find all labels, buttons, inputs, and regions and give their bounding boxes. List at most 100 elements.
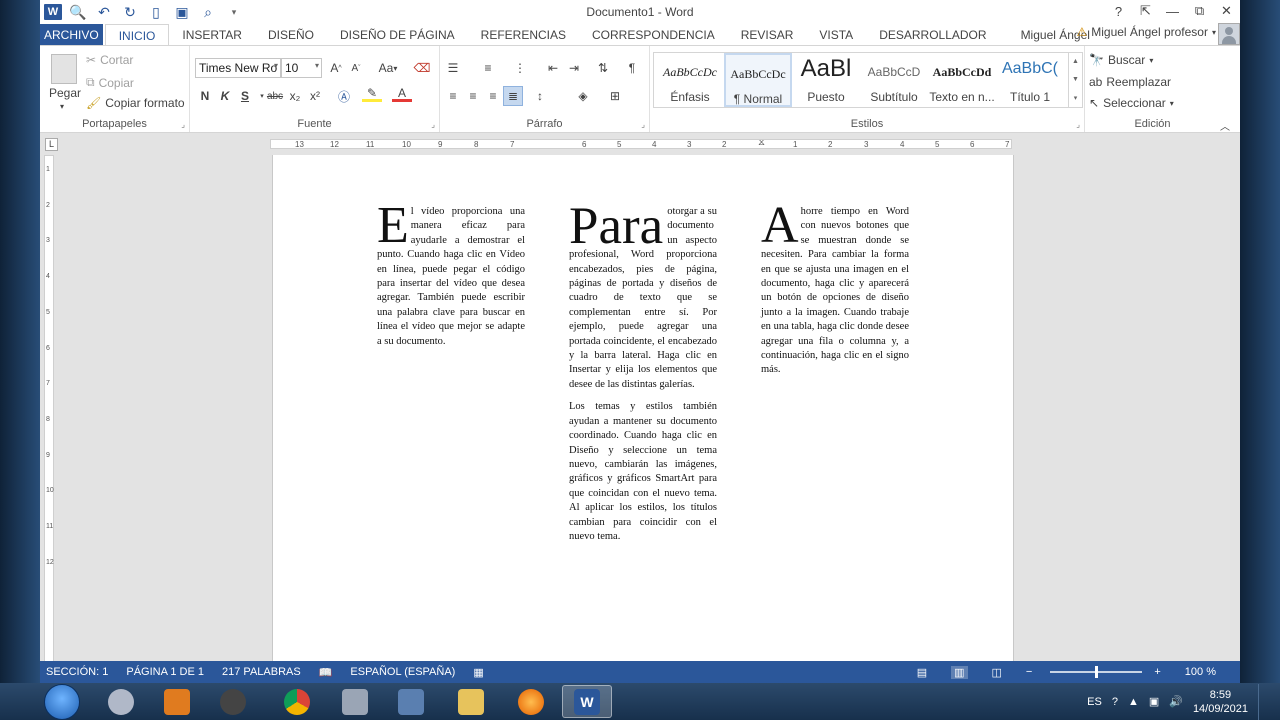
- bold-button[interactable]: N: [195, 86, 215, 106]
- launcher-icon[interactable]: ⌟: [181, 120, 185, 129]
- tab-desarrollador[interactable]: DESARROLLADOR: [866, 24, 999, 46]
- launcher-icon[interactable]: ⌟: [431, 120, 435, 129]
- paragraph[interactable]: Ahorre tiempo en Word con nuevos botones…: [761, 200, 909, 378]
- borders-icon[interactable]: ⊞: [605, 86, 625, 106]
- paste-dropdown-icon[interactable]: ▾: [60, 102, 64, 111]
- clock[interactable]: 8:59 14/09/2021: [1193, 688, 1248, 716]
- indent-marker-icon[interactable]: ⧖: [758, 140, 765, 148]
- superscript-button[interactable]: x²: [305, 86, 325, 106]
- account-area[interactable]: ⚠ Miguel Ángel profesor ▾: [1076, 25, 1216, 39]
- ruler-bar[interactable]: 13 12 11 10 9 8 7 6 5 4 3 2 ⧖ 1 2 3 4 5 …: [270, 139, 1012, 149]
- close-button[interactable]: ✕: [1213, 0, 1240, 22]
- help-icon[interactable]: ?: [1112, 696, 1118, 708]
- grow-font-button[interactable]: A ^: [326, 58, 346, 78]
- collapse-ribbon-icon[interactable]: ︿: [1220, 118, 1230, 133]
- zoom-slider[interactable]: [1050, 666, 1143, 678]
- launcher-icon[interactable]: ⌟: [1076, 120, 1080, 129]
- help-button[interactable]: ?: [1105, 0, 1132, 22]
- style-normal[interactable]: AaBbCcDc ¶ Normal: [724, 53, 792, 107]
- shading-icon[interactable]: ◈: [573, 86, 593, 106]
- taskbar-app[interactable]: [208, 685, 258, 718]
- tray-language[interactable]: ES: [1087, 696, 1102, 708]
- font-size-select[interactable]: 10 ▾: [281, 58, 322, 78]
- document-page[interactable]: El vídeo proporciona una manera eficaz p…: [272, 155, 1014, 663]
- tab-inicio[interactable]: INICIO: [104, 24, 170, 46]
- align-right-icon[interactable]: ≡: [483, 86, 503, 106]
- strikethrough-button[interactable]: abc: [265, 86, 285, 106]
- chevron-up-icon[interactable]: ▲: [1072, 58, 1079, 65]
- justify-icon[interactable]: ≣: [503, 86, 523, 106]
- ribbon-display-button[interactable]: ⇱: [1132, 0, 1159, 22]
- taskbar-app[interactable]: [446, 685, 496, 718]
- zoom-in-icon[interactable]: +: [1154, 666, 1160, 678]
- chevron-up-icon[interactable]: ▲: [1128, 696, 1139, 708]
- style-enfasis[interactable]: AaBbCcDc Énfasis: [656, 53, 724, 107]
- style-titulo-1[interactable]: AaBbC(Título 1: [996, 53, 1064, 107]
- taskbar-app[interactable]: [96, 685, 146, 718]
- column-2[interactable]: Para otorgar a su documento un aspecto pr…: [569, 199, 717, 552]
- zoom-out-icon[interactable]: −: [1026, 666, 1032, 678]
- web-layout-icon[interactable]: ◫: [992, 666, 1002, 679]
- tab-correspondencia[interactable]: CORRESPONDENCIA: [579, 24, 728, 46]
- zoom-level[interactable]: 100 %: [1185, 666, 1216, 678]
- styles-scroll[interactable]: ▲ ▼ ▾: [1068, 53, 1082, 107]
- print-layout-icon[interactable]: ▥: [951, 665, 968, 679]
- copy-button[interactable]: ⧉ Copiar: [86, 75, 134, 90]
- status-words[interactable]: 217 PALABRAS: [222, 666, 301, 678]
- taskbar-firefox[interactable]: [506, 685, 556, 718]
- increase-indent-icon[interactable]: ⇥: [564, 58, 584, 78]
- taskbar-word[interactable]: W: [562, 685, 612, 718]
- style-puesto[interactable]: AaBl Puesto: [792, 53, 860, 107]
- minimize-button[interactable]: —: [1159, 0, 1186, 22]
- multilevel-list-icon[interactable]: ⋮: [510, 58, 530, 78]
- line-spacing-icon[interactable]: ↕: [530, 86, 550, 106]
- launcher-icon[interactable]: ⌟: [641, 120, 645, 129]
- format-painter-button[interactable]: 🖌 Copiar formato: [86, 96, 185, 110]
- tab-referencias[interactable]: REFERENCIAS: [468, 24, 579, 46]
- more-icon[interactable]: ▾: [1074, 94, 1078, 102]
- taskbar-app[interactable]: [330, 685, 380, 718]
- change-case-button[interactable]: Aa ▾: [374, 58, 402, 78]
- bullets-icon[interactable]: ☰: [443, 58, 463, 78]
- paragraph[interactable]: El vídeo proporciona una manera eficaz p…: [377, 200, 525, 349]
- taskbar-app[interactable]: [386, 685, 436, 718]
- shrink-font-button[interactable]: Aˇ: [346, 58, 366, 78]
- chevron-down-icon[interactable]: ▼: [1072, 76, 1079, 83]
- text-effects-icon[interactable]: Ⓐ: [334, 86, 354, 106]
- volume-icon[interactable]: 🔊: [1169, 695, 1183, 708]
- replace-button[interactable]: ab Reemplazar: [1089, 75, 1171, 89]
- align-center-icon[interactable]: ≡: [463, 86, 483, 106]
- start-button[interactable]: [44, 684, 80, 720]
- read-mode-icon[interactable]: ▤: [917, 666, 927, 679]
- column-3[interactable]: Ahorre tiempo en Word con nuevos botones…: [761, 200, 909, 386]
- clear-format-icon[interactable]: ⌫: [412, 58, 432, 78]
- numbering-icon[interactable]: ≡: [478, 58, 498, 78]
- status-page[interactable]: PÁGINA 1 DE 1: [126, 666, 204, 678]
- network-icon[interactable]: ▣: [1149, 695, 1159, 708]
- style-texto-negrita[interactable]: AaBbCcDd Texto en n...: [928, 53, 996, 107]
- vruler-bar[interactable]: 1 2 3 4 5 6 7 8 9 10 11 12: [44, 155, 54, 665]
- avatar[interactable]: [1218, 23, 1240, 45]
- sort-icon[interactable]: ⇅: [593, 58, 613, 78]
- paste-icon[interactable]: [51, 54, 77, 84]
- style-subtitulo[interactable]: AaBbCcD Subtítulo: [860, 53, 928, 107]
- taskbar-app[interactable]: [152, 685, 202, 718]
- align-left-icon[interactable]: ≡: [443, 86, 463, 106]
- find-button[interactable]: 🔭 Buscar ▾: [1089, 53, 1153, 67]
- highlight-icon[interactable]: ✎: [362, 86, 382, 102]
- show-marks-icon[interactable]: ¶: [622, 58, 642, 78]
- tab-diseno-pagina[interactable]: DISEÑO DE PÁGINA: [327, 24, 468, 46]
- tab-revisar[interactable]: REVISAR: [728, 24, 807, 46]
- taskbar-chrome[interactable]: [272, 685, 322, 718]
- tab-archivo[interactable]: ARCHIVO: [40, 24, 103, 46]
- proofing-icon[interactable]: 📖: [319, 666, 333, 679]
- paragraph[interactable]: Los temas y estilos también ayudan a man…: [569, 400, 717, 544]
- tab-vista[interactable]: VISTA: [806, 24, 866, 46]
- status-section[interactable]: SECCIÓN: 1: [46, 666, 108, 678]
- column-1[interactable]: El vídeo proporciona una manera eficaz p…: [377, 200, 525, 357]
- select-button[interactable]: ↖ Seleccionar ▾: [1089, 96, 1174, 110]
- font-color-icon[interactable]: A: [392, 86, 412, 102]
- paragraph[interactable]: Para otorgar a su documento un aspecto pr…: [569, 199, 717, 392]
- cut-button[interactable]: ✂ Cortar: [86, 53, 133, 67]
- italic-button[interactable]: K: [215, 86, 235, 106]
